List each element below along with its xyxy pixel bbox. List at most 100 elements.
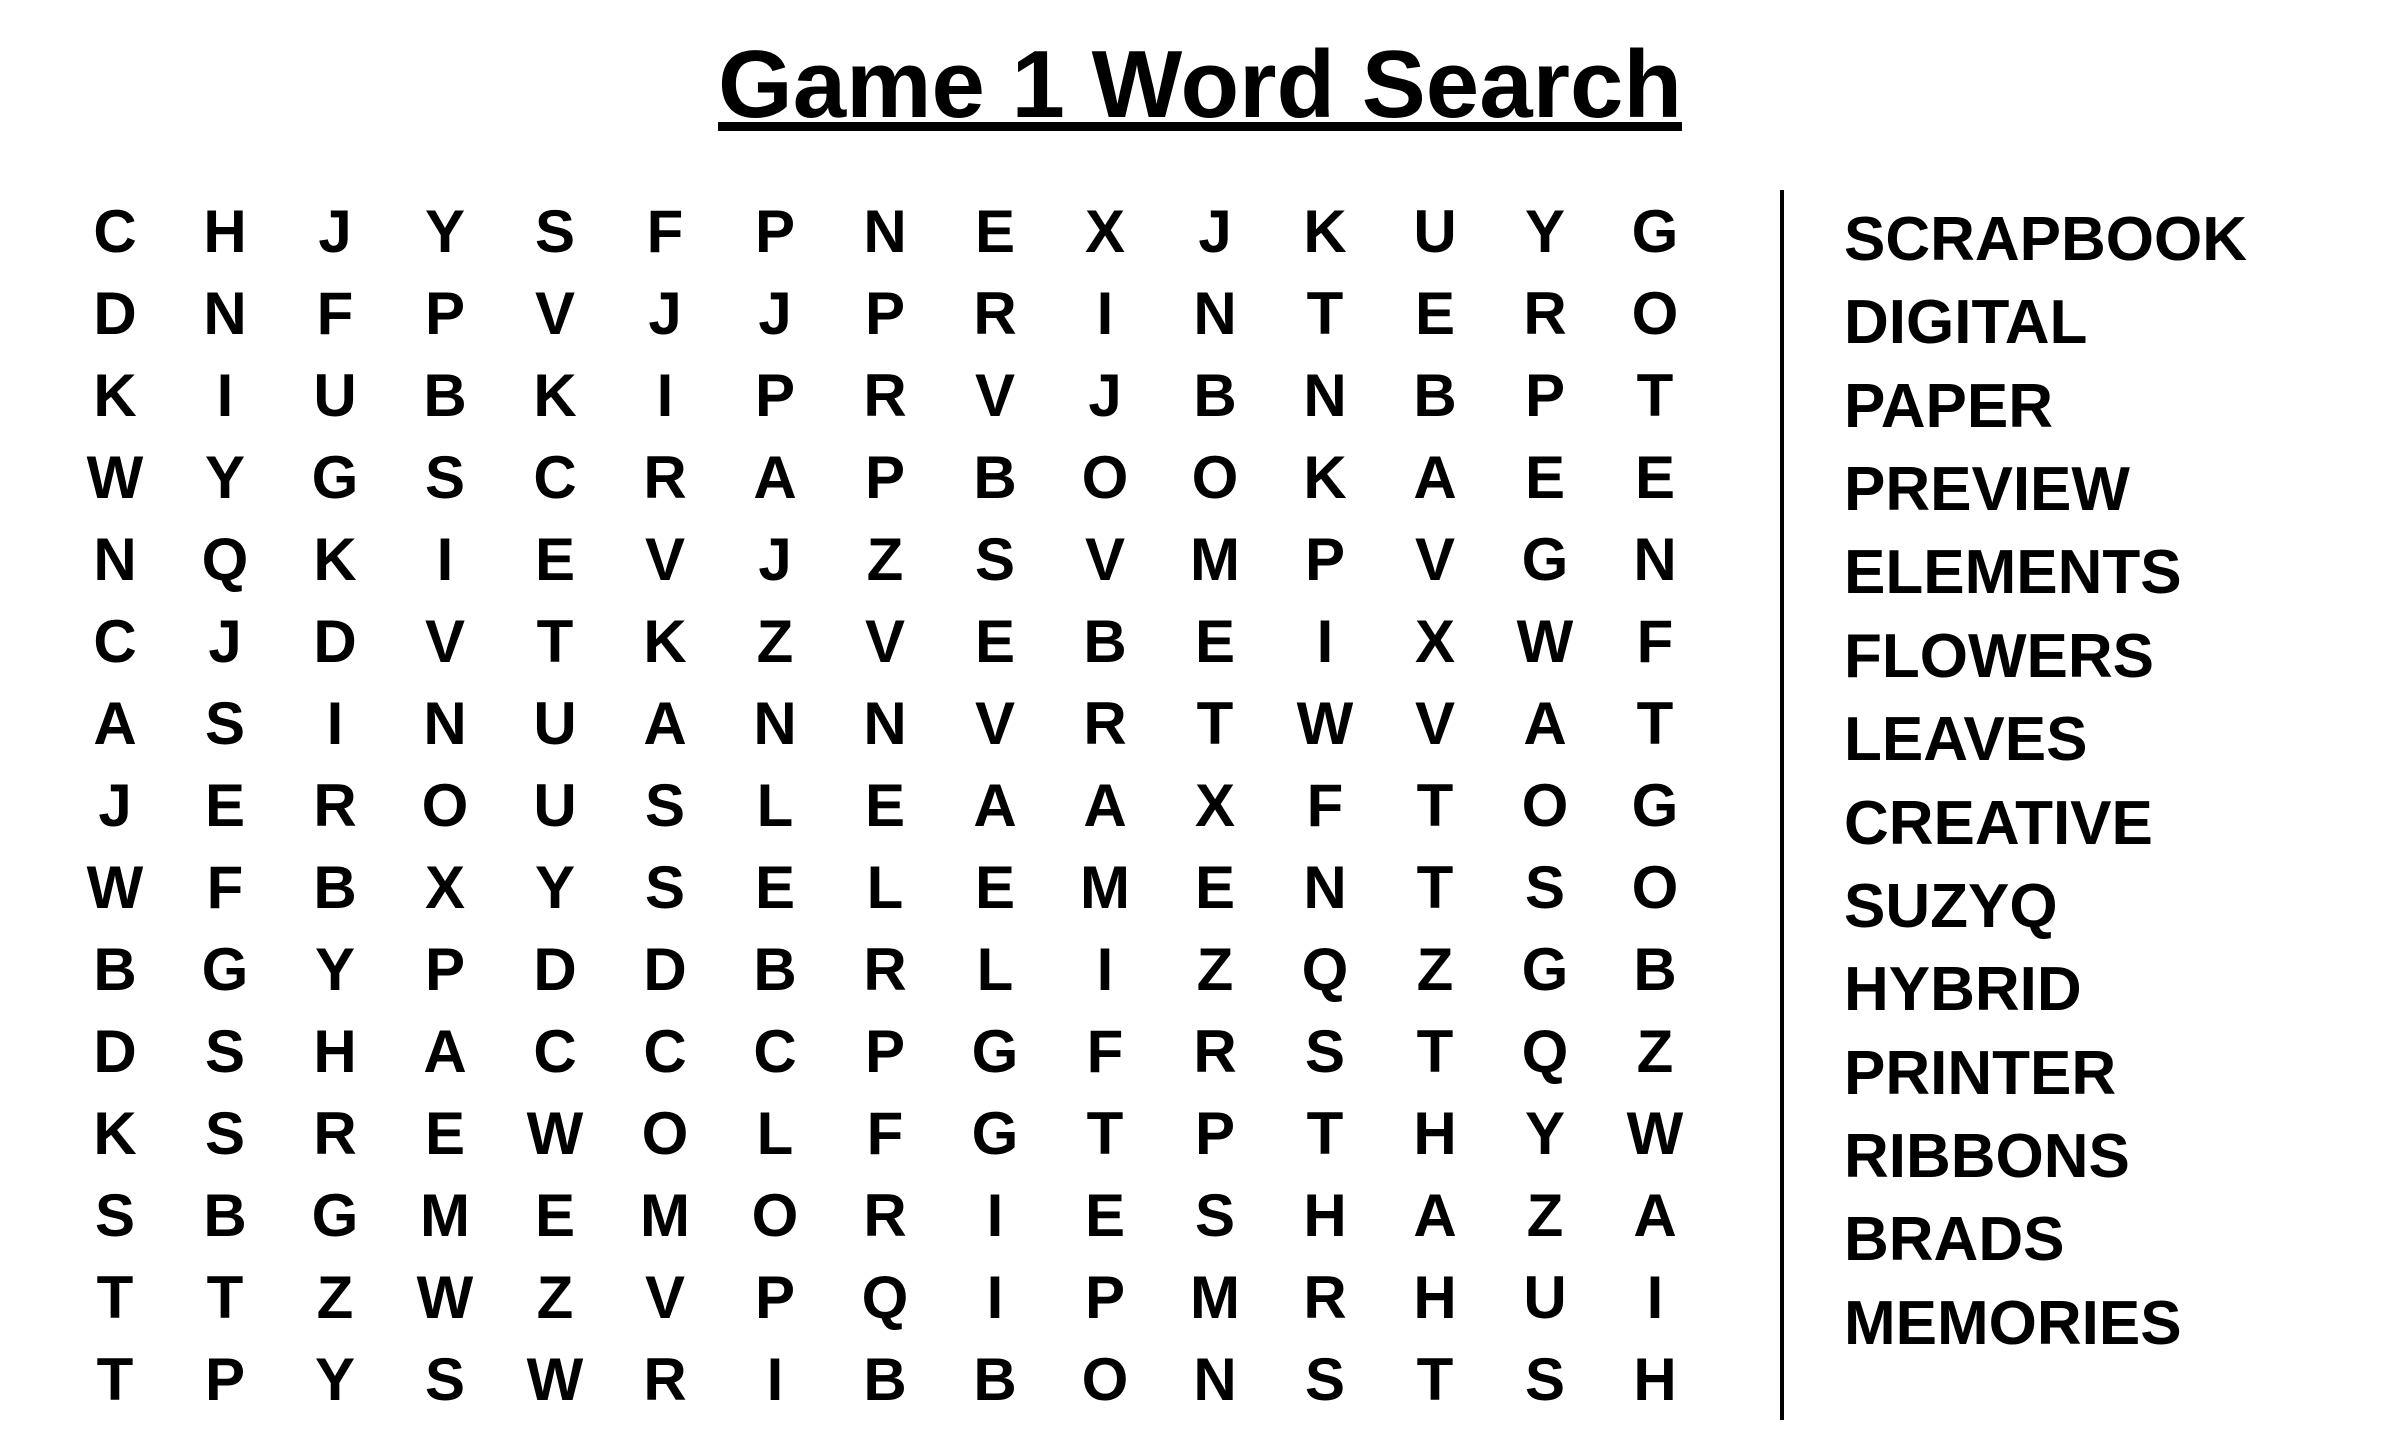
grid-cell-13-3: W: [390, 1256, 500, 1338]
grid-cell-14-6: I: [720, 1338, 830, 1420]
grid-cell-10-13: Q: [1490, 1010, 1600, 1092]
grid-cell-11-4: W: [500, 1092, 610, 1174]
grid-cell-11-1: S: [170, 1092, 280, 1174]
grid-cell-14-0: T: [60, 1338, 170, 1420]
grid-cell-11-7: F: [830, 1092, 940, 1174]
grid-cell-13-11: R: [1270, 1256, 1380, 1338]
grid-cell-3-10: O: [1160, 436, 1270, 518]
page-title: Game 1 Word Search: [718, 30, 1682, 140]
grid-cell-7-2: R: [280, 764, 390, 846]
grid-cell-7-5: S: [610, 764, 720, 846]
grid-cell-12-12: A: [1380, 1174, 1490, 1256]
grid-cell-11-0: K: [60, 1092, 170, 1174]
grid-cell-14-11: S: [1270, 1338, 1380, 1420]
grid-cell-3-1: Y: [170, 436, 280, 518]
grid-cell-5-12: X: [1380, 600, 1490, 682]
grid-cell-13-4: Z: [500, 1256, 610, 1338]
grid-row: DSHACCCPGFRSTQZ: [60, 1010, 1710, 1092]
grid-cell-4-14: N: [1600, 518, 1710, 600]
grid-cell-1-1: N: [170, 272, 280, 354]
grid-cell-6-8: V: [940, 682, 1050, 764]
grid-row: BGYPDDBRLIZQZGB: [60, 928, 1710, 1010]
word-item-13: MEMORIES: [1844, 1284, 2340, 1363]
grid-cell-4-2: K: [280, 518, 390, 600]
grid-cell-7-14: G: [1600, 764, 1710, 846]
grid-cell-13-2: Z: [280, 1256, 390, 1338]
grid-cell-9-9: I: [1050, 928, 1160, 1010]
grid-cell-10-3: A: [390, 1010, 500, 1092]
grid-cell-8-11: N: [1270, 846, 1380, 928]
grid-cell-11-11: T: [1270, 1092, 1380, 1174]
grid-cell-4-12: V: [1380, 518, 1490, 600]
grid-cell-9-0: B: [60, 928, 170, 1010]
grid-cell-11-14: W: [1600, 1092, 1710, 1174]
grid-cell-14-7: B: [830, 1338, 940, 1420]
grid-cell-6-7: N: [830, 682, 940, 764]
grid-cell-3-0: W: [60, 436, 170, 518]
word-item-12: BRADS: [1844, 1200, 2340, 1279]
grid-cell-0-6: P: [720, 190, 830, 272]
grid-cell-10-9: F: [1050, 1010, 1160, 1092]
grid-cell-11-6: L: [720, 1092, 830, 1174]
word-item-5: FLOWERS: [1844, 617, 2340, 696]
grid-cell-12-11: H: [1270, 1174, 1380, 1256]
grid-cell-9-1: G: [170, 928, 280, 1010]
grid-cell-2-7: R: [830, 354, 940, 436]
grid-cell-10-0: D: [60, 1010, 170, 1092]
grid-cell-6-4: U: [500, 682, 610, 764]
grid-cell-0-13: Y: [1490, 190, 1600, 272]
grid-cell-6-12: V: [1380, 682, 1490, 764]
grid-cell-6-10: T: [1160, 682, 1270, 764]
grid-cell-5-0: C: [60, 600, 170, 682]
grid-cell-10-6: C: [720, 1010, 830, 1092]
grid-cell-12-1: B: [170, 1174, 280, 1256]
grid-cell-14-14: H: [1600, 1338, 1710, 1420]
grid-cell-10-4: C: [500, 1010, 610, 1092]
grid-cell-9-7: R: [830, 928, 940, 1010]
grid-cell-4-8: S: [940, 518, 1050, 600]
grid-cell-6-0: A: [60, 682, 170, 764]
grid-cell-1-6: J: [720, 272, 830, 354]
grid-cell-5-3: V: [390, 600, 500, 682]
grid-cell-9-11: Q: [1270, 928, 1380, 1010]
grid-cell-1-13: R: [1490, 272, 1600, 354]
grid-cell-8-5: S: [610, 846, 720, 928]
grid-cell-1-4: V: [500, 272, 610, 354]
grid-cell-2-11: N: [1270, 354, 1380, 436]
grid-cell-0-3: Y: [390, 190, 500, 272]
grid-cell-6-3: N: [390, 682, 500, 764]
grid-cell-11-13: Y: [1490, 1092, 1600, 1174]
grid-cell-12-2: G: [280, 1174, 390, 1256]
grid-cell-1-8: R: [940, 272, 1050, 354]
grid-cell-9-4: D: [500, 928, 610, 1010]
grid-row: TTZWZVPQIPMRHUI: [60, 1256, 1710, 1338]
grid-cell-5-14: F: [1600, 600, 1710, 682]
grid-cell-1-5: J: [610, 272, 720, 354]
grid-row: SBGMEMORIESHAZA: [60, 1174, 1710, 1256]
grid-cell-14-12: T: [1380, 1338, 1490, 1420]
grid-cell-6-5: A: [610, 682, 720, 764]
grid-cell-9-12: Z: [1380, 928, 1490, 1010]
grid-cell-2-6: P: [720, 354, 830, 436]
grid-cell-11-9: T: [1050, 1092, 1160, 1174]
grid-cell-2-5: I: [610, 354, 720, 436]
grid-cell-3-2: G: [280, 436, 390, 518]
grid-cell-5-2: D: [280, 600, 390, 682]
grid-cell-12-9: E: [1050, 1174, 1160, 1256]
grid-cell-0-9: X: [1050, 190, 1160, 272]
grid-cell-3-9: O: [1050, 436, 1160, 518]
grid-cell-13-8: I: [940, 1256, 1050, 1338]
grid-cell-5-13: W: [1490, 600, 1600, 682]
grid-cell-4-6: J: [720, 518, 830, 600]
grid-row: ASINUANNVRTWVAT: [60, 682, 1710, 764]
grid-cell-7-1: E: [170, 764, 280, 846]
grid-cell-1-10: N: [1160, 272, 1270, 354]
grid-cell-4-3: I: [390, 518, 500, 600]
grid-cell-14-10: N: [1160, 1338, 1270, 1420]
grid-cell-14-3: S: [390, 1338, 500, 1420]
grid-cell-8-14: O: [1600, 846, 1710, 928]
grid-cell-2-0: K: [60, 354, 170, 436]
grid-cell-2-8: V: [940, 354, 1050, 436]
grid-cell-0-5: F: [610, 190, 720, 272]
grid-cell-13-5: V: [610, 1256, 720, 1338]
